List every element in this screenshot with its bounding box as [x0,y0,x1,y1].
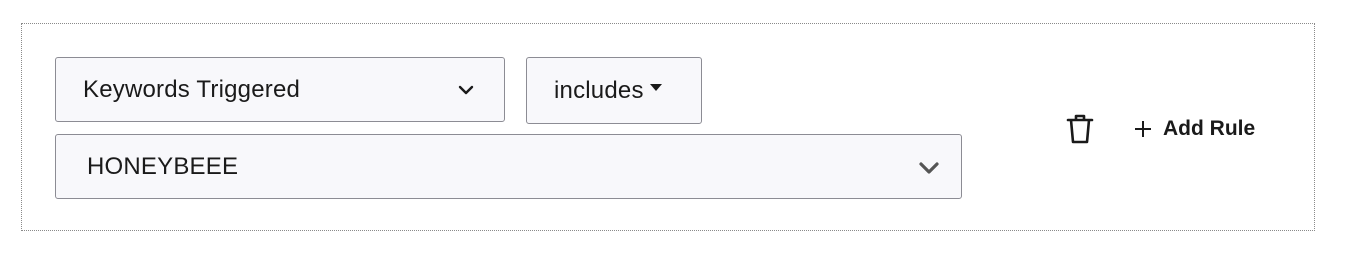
chevron-down-icon [919,162,939,174]
field-select[interactable]: Keywords Triggered [55,57,505,122]
field-select-value: Keywords Triggered [83,75,301,103]
value-select-value: HONEYBEEE [87,152,239,180]
delete-rule-button[interactable] [1064,112,1096,146]
operator-dropdown[interactable]: includes [526,57,702,124]
plus-icon [1135,121,1151,137]
value-select[interactable]: HONEYBEEE [55,134,962,199]
operator-dropdown-value: includes [554,76,644,104]
add-rule-label: Add Rule [1163,117,1256,140]
add-rule-button[interactable]: Add Rule [1134,112,1255,146]
trash-icon [1066,114,1094,144]
chevron-down-icon [458,85,474,95]
rule-container [21,23,1315,231]
caret-down-icon [649,84,662,91]
